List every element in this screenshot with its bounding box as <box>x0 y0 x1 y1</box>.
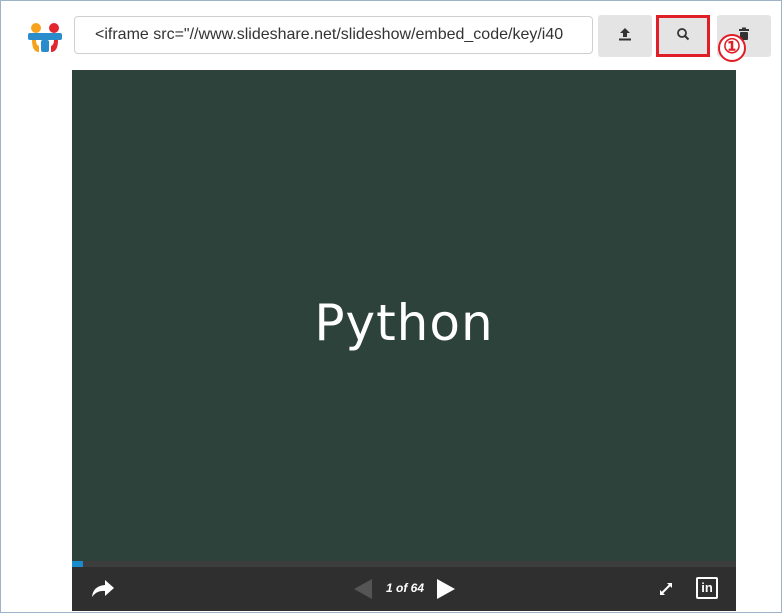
slideshare-logo-icon <box>27 21 63 55</box>
next-slide-button[interactable] <box>435 577 457 601</box>
search-button[interactable] <box>656 15 710 57</box>
slideshow-player: Python 1 of 64 in <box>72 70 736 611</box>
upload-icon <box>618 27 632 46</box>
embed-widget-frame: ① Python 1 of 64 <box>0 0 782 613</box>
next-triangle-icon <box>435 579 457 605</box>
expand-icon <box>658 583 674 601</box>
previous-slide-button[interactable] <box>352 577 374 601</box>
slide-title: Python <box>314 294 494 352</box>
fullscreen-button[interactable] <box>658 581 674 597</box>
share-button[interactable] <box>90 577 116 601</box>
upload-button[interactable] <box>598 15 652 57</box>
prev-triangle-icon <box>352 579 374 605</box>
linkedin-button[interactable]: in <box>696 577 718 599</box>
embed-code-input[interactable] <box>74 16 593 54</box>
player-controls-bar: 1 of 64 in <box>72 567 736 611</box>
page-counter: 1 of 64 <box>385 581 424 595</box>
annotation-marker-1: ① <box>718 34 746 62</box>
search-icon <box>676 27 690 46</box>
share-arrow-icon <box>90 580 116 605</box>
